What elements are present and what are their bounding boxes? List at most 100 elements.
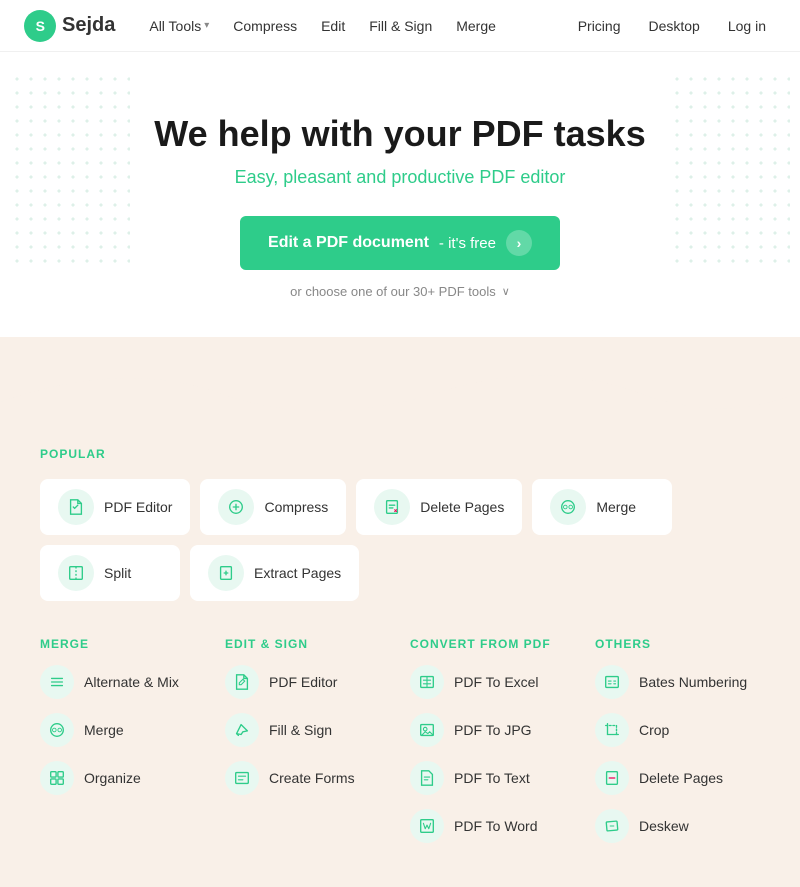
category-others-label: OTHERS [595,637,760,651]
list-item: Alternate & Mix [84,674,179,690]
nav-fill-sign[interactable]: Fill & Sign [359,12,442,40]
cat-item-pdf-editor[interactable]: PDF Editor [225,665,390,699]
list-item: PDF To Word [454,818,538,834]
list-item: Organize [84,770,141,786]
popular-label: POPULAR [40,447,760,461]
list-item: Compress [264,499,328,515]
tool-pdf-editor[interactable]: PDF Editor [40,479,190,535]
bates-numbering-icon [595,665,629,699]
list-item: Deskew [639,818,689,834]
cat-item-pdf-text[interactable]: PDF To Text [410,761,575,795]
hero-cta-main-text: Edit a PDF document [268,234,429,252]
list-item: PDF Editor [104,499,172,515]
nav-pricing[interactable]: Pricing [568,12,631,40]
cat-item-pdf-jpg[interactable]: PDF To JPG [410,713,575,747]
cat-item-crop[interactable]: Crop [595,713,760,747]
extract-pages-icon [208,555,244,591]
cat-item-fill-sign[interactable]: Fill & Sign [225,713,390,747]
hero-subtitle: Easy, pleasant and productive PDF editor [24,167,776,188]
cat-item-pdf-word[interactable]: PDF To Word [410,809,575,843]
popular-section: POPULAR PDF Editor Compress [40,447,760,601]
list-item: Merge [596,499,636,515]
delete-pages-cat-icon [595,761,629,795]
arrow-right-icon: › [506,230,532,256]
cat-item-organize[interactable]: Organize [40,761,205,795]
pdf-editor-cat-icon [225,665,259,699]
list-item: PDF To JPG [454,722,532,738]
list-item: Fill & Sign [269,722,332,738]
hero-or-text: or choose one of our 30+ PDF tools ∨ [24,284,776,299]
hero-section: We help with your PDF tasks Easy, pleasa… [0,52,800,339]
category-others: OTHERS Bates Numbering Crop Delete Pages [595,637,760,857]
dot-pattern-right [670,72,790,272]
chevron-down-icon: ∨ [502,285,510,298]
nav-compress[interactable]: Compress [223,12,307,40]
category-edit-sign-label: EDIT & SIGN [225,637,390,651]
nav-login[interactable]: Log in [718,12,776,40]
tool-compress[interactable]: Compress [200,479,346,535]
cat-item-alternate-mix[interactable]: Alternate & Mix [40,665,205,699]
tool-split[interactable]: Split [40,545,180,601]
nav-edit[interactable]: Edit [311,12,355,40]
alternate-mix-icon [40,665,74,699]
category-convert: CONVERT FROM PDF PDF To Excel PDF To JPG… [410,637,575,857]
compress-icon [218,489,254,525]
split-icon [58,555,94,591]
list-item: PDF To Text [454,770,530,786]
cat-item-merge[interactable]: Merge [40,713,205,747]
chevron-down-icon: ▾ [204,20,209,31]
nav-all-tools[interactable]: All Tools ▾ [139,12,219,40]
tool-extract-pages[interactable]: Extract Pages [190,545,359,601]
fill-sign-icon [225,713,259,747]
wave-divider [0,337,800,427]
navigation: S Sejda All Tools ▾ Compress Edit Fill &… [0,0,800,52]
nav-right: Pricing Desktop Log in [568,12,776,40]
dot-pattern-left [10,72,130,272]
cat-item-pdf-excel[interactable]: PDF To Excel [410,665,575,699]
list-item: Bates Numbering [639,674,747,690]
category-merge: MERGE Alternate & Mix Merge Organize [40,637,205,857]
pdf-text-icon [410,761,444,795]
logo-name: Sejda [62,14,115,37]
hero-cta-sub-text: - it's free [439,235,496,252]
cat-item-deskew[interactable]: Deskew [595,809,760,843]
list-item: Merge [84,722,124,738]
logo-icon[interactable]: S [24,10,56,42]
category-merge-label: MERGE [40,637,205,651]
tools-section: POPULAR PDF Editor Compress [0,427,800,887]
list-item: Delete Pages [639,770,723,786]
organize-icon [40,761,74,795]
cat-item-bates[interactable]: Bates Numbering [595,665,760,699]
deskew-icon [595,809,629,843]
delete-pages-icon [374,489,410,525]
categories-grid: MERGE Alternate & Mix Merge Organize [40,637,760,857]
crop-icon [595,713,629,747]
category-edit-sign: EDIT & SIGN PDF Editor Fill & Sign Creat… [225,637,390,857]
merge-icon [550,489,586,525]
pdf-editor-icon [58,489,94,525]
nav-desktop[interactable]: Desktop [638,12,709,40]
list-item: Create Forms [269,770,355,786]
list-item: Crop [639,722,669,738]
list-item: PDF To Excel [454,674,539,690]
nav-left: S Sejda All Tools ▾ Compress Edit Fill &… [24,10,506,42]
tool-delete-pages[interactable]: Delete Pages [356,479,522,535]
cat-item-delete-pages[interactable]: Delete Pages [595,761,760,795]
nav-links: All Tools ▾ Compress Edit Fill & Sign Me… [139,12,506,40]
category-convert-label: CONVERT FROM PDF [410,637,575,651]
nav-merge[interactable]: Merge [446,12,506,40]
pdf-word-icon [410,809,444,843]
cat-item-create-forms[interactable]: Create Forms [225,761,390,795]
list-item: PDF Editor [269,674,337,690]
hero-title: We help with your PDF tasks [24,112,776,155]
hero-cta-button[interactable]: Edit a PDF document - it's free › [240,216,560,270]
pdf-jpg-icon [410,713,444,747]
tool-merge[interactable]: Merge [532,479,672,535]
pdf-excel-icon [410,665,444,699]
list-item: Extract Pages [254,565,341,581]
list-item: Split [104,565,131,581]
create-forms-icon [225,761,259,795]
merge-cat-icon [40,713,74,747]
popular-grid: PDF Editor Compress Delete Pages [40,479,760,601]
list-item: Delete Pages [420,499,504,515]
